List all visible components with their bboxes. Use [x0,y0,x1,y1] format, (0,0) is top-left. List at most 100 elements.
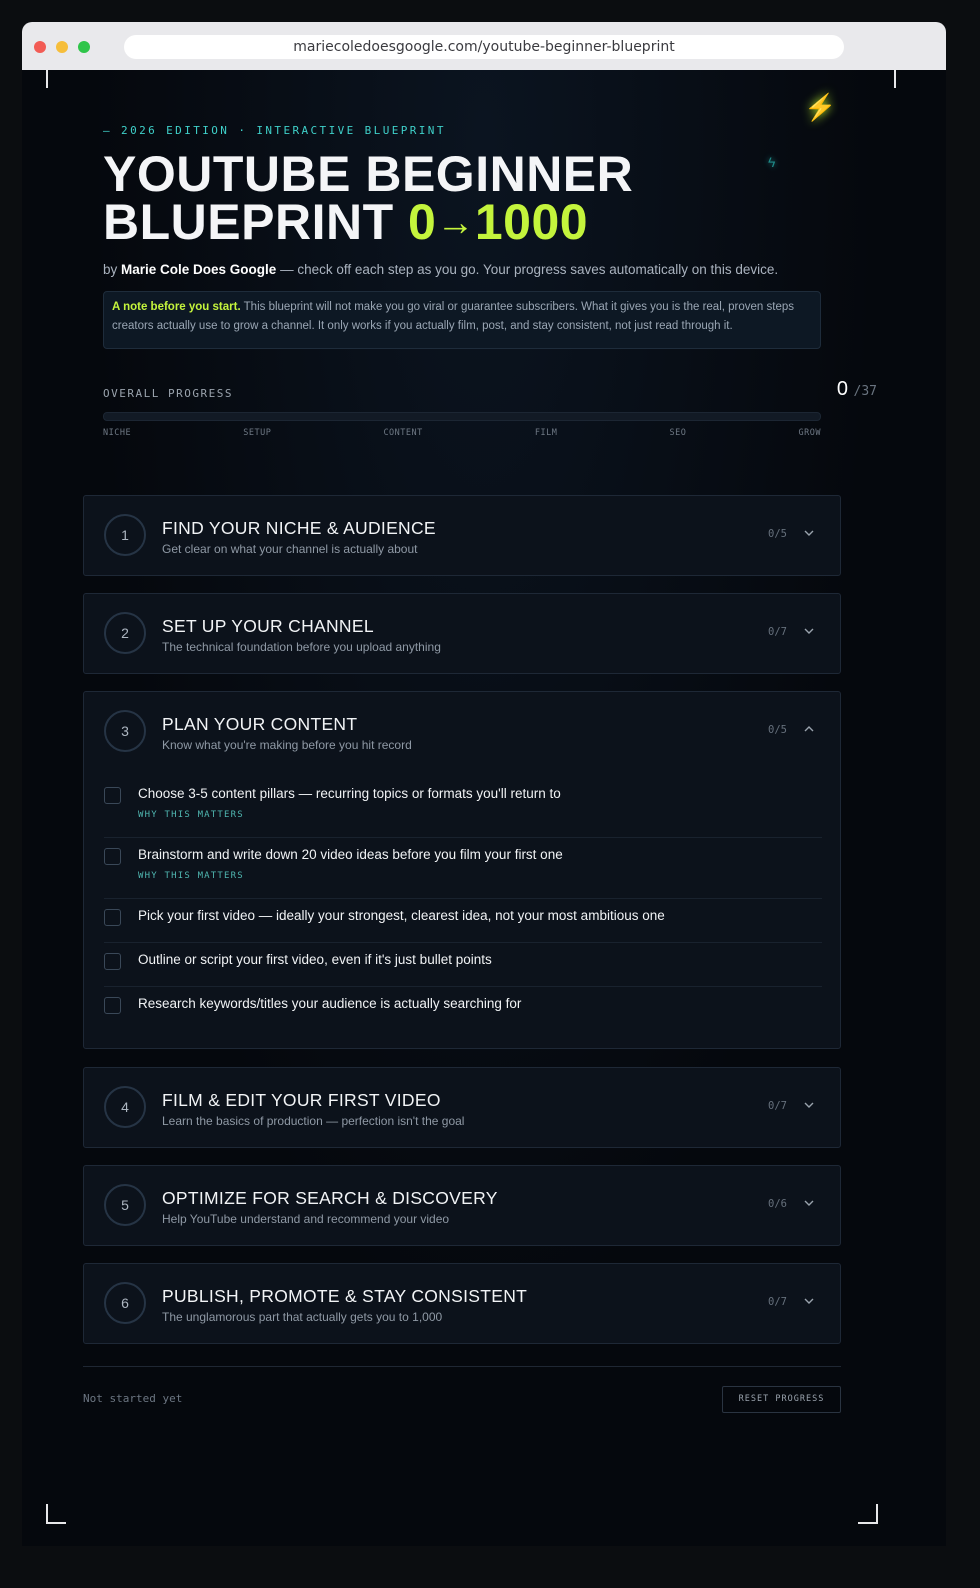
task-checkbox[interactable] [104,909,121,926]
maximize-window-button[interactable] [78,41,90,53]
task-item: Research keywords/titles your audience i… [104,986,822,1030]
task-checkbox[interactable] [104,953,121,970]
section-subtitle: Get clear on what your channel is actual… [162,542,418,556]
why-this-matters-link[interactable]: WHY THIS MATTERS [138,810,244,820]
progress-count: 0 /37 [837,378,877,401]
progress-total: /37 [853,384,877,399]
task-text[interactable]: Outline or script your first video, even… [138,952,492,967]
section-subtitle: Know what you're making before you hit r… [162,738,412,752]
byline-prefix: by [103,262,122,277]
small-lightning-bolt-icon: ϟ [768,154,776,170]
corner-bracket-top-right [876,70,896,88]
stage-label-niche: NICHE [103,428,132,438]
step-number-badge: 4 [104,1086,146,1128]
author-name: Marie Cole Does Google [121,262,277,277]
step-number-badge: 1 [104,514,146,556]
section-card-5: 5 OPTIMIZE FOR SEARCH & DISCOVERY Help You… [83,1165,841,1246]
step-number-badge: 6 [104,1282,146,1324]
stage-label-seo: SEO [669,428,687,438]
browser-titlebar: mariecoledoesgoogle.com/youtube-beginner… [22,22,946,71]
why-this-matters-link[interactable]: WHY THIS MATTERS [138,871,244,881]
section-count: 0/5 [768,528,787,540]
section-subtitle: Help YouTube understand and recommend yo… [162,1212,450,1226]
byline-suffix: — check off each step as you go. Your pr… [276,262,779,277]
page-title: YOUTUBE BEGINNER BLUEPRINT 0→1000 [103,146,634,251]
step-number-badge: 5 [104,1184,146,1226]
task-text[interactable]: Pick your first video — ideally your str… [138,908,665,923]
chevron-down-icon[interactable] [802,1196,816,1210]
section-card-2: 2 SET UP YOUR CHANNEL The technical founda… [83,593,841,674]
stage-label-film: FILM [534,428,558,438]
chevron-down-icon[interactable] [802,526,816,540]
corner-bracket-bottom-right [858,1504,878,1524]
section-count: 0/7 [768,1296,787,1308]
section-count: 0/7 [768,1100,787,1112]
chevron-down-icon[interactable] [802,1294,816,1308]
section-subtitle: The technical foundation before you uplo… [162,640,441,654]
section-header-2[interactable]: 2 SET UP YOUR CHANNEL The technical founda… [84,594,840,674]
progress-done: 0 [836,378,848,400]
note-lead: A note before you start. [112,301,241,313]
chevron-down-icon[interactable] [802,624,816,638]
section-header-5[interactable]: 5 OPTIMIZE FOR SEARCH & DISCOVERY Help You… [84,1166,840,1246]
step-number-badge: 3 [104,710,146,752]
corner-bracket-top-left [46,70,66,88]
progress-status: Not started yet [83,1392,183,1405]
intro-note: A note before you start. This blueprint … [103,291,821,349]
section-count: 0/7 [768,626,787,638]
task-item: Outline or script your first video, even… [104,942,822,987]
title-line-1: YOUTUBE BEGINNER [103,146,634,202]
section-header-6[interactable]: 6 PUBLISH, PROMOTE & STAY CONSISTENT The u… [84,1264,840,1344]
minimize-window-button[interactable] [56,41,68,53]
footer-divider [83,1366,841,1367]
section-title: PLAN YOUR CONTENT [162,714,358,734]
title-line-2: BLUEPRINT 0→1000 [103,197,633,251]
task-text[interactable]: Research keywords/titles your audience i… [138,996,521,1011]
corner-bracket-bottom-left [46,1504,66,1524]
section-header-3[interactable]: 3 PLAN YOUR CONTENT Know what you're makin… [84,692,840,772]
task-checkbox[interactable] [104,848,121,865]
overall-progress-label: OVERALL PROGRESS [103,387,233,400]
chevron-down-icon[interactable] [802,1098,816,1112]
arrow-icon: → [436,202,475,244]
section-count: 0/6 [768,1198,787,1210]
section-card-4: 4 FILM & EDIT YOUR FIRST VIDEO Learn the b… [83,1067,841,1148]
chevron-up-icon[interactable] [802,722,816,736]
stage-label-grow: GROW [798,428,821,438]
step-number-badge: 2 [104,612,146,654]
task-text[interactable]: Choose 3-5 content pillars — recurring t… [138,786,561,801]
title-accent: 0→1000 [408,194,588,250]
section-subtitle: The unglamorous part that actually gets … [162,1310,443,1324]
reset-progress-button[interactable]: RESET PROGRESS [722,1386,841,1413]
progress-stage-labels: NICHE SETUP CONTENT FILM SEO GROW [103,428,821,438]
stage-label-setup: SETUP [243,428,272,438]
edition-eyebrow: — 2026 EDITION · INTERACTIVE BLUEPRINT [103,124,446,137]
section-title: FILM & EDIT YOUR FIRST VIDEO [162,1090,441,1110]
progress-bar [103,412,821,421]
task-checkbox[interactable] [104,997,121,1014]
close-window-button[interactable] [34,41,46,53]
section-card-1: 1 FIND YOUR NICHE & AUDIENCE Get clear on … [83,495,841,576]
address-bar[interactable]: mariecoledoesgoogle.com/youtube-beginner… [124,35,844,59]
title-accent-from: 0 [408,194,437,250]
task-text[interactable]: Brainstorm and write down 20 video ideas… [138,847,563,862]
title-word: BLUEPRINT [103,194,394,250]
byline: by Marie Cole Does Google — check off ea… [103,262,778,277]
section-title: OPTIMIZE FOR SEARCH & DISCOVERY [162,1188,498,1208]
section-header-4[interactable]: 4 FILM & EDIT YOUR FIRST VIDEO Learn the b… [84,1068,840,1148]
task-checkbox[interactable] [104,787,121,804]
task-item: Choose 3-5 content pillars — recurring t… [104,776,822,838]
section-subtitle: Learn the basics of production — perfect… [162,1114,465,1128]
stage-label-content: CONTENT [383,428,423,438]
section-count: 0/5 [768,724,787,736]
section-title: PUBLISH, PROMOTE & STAY CONSISTENT [162,1286,528,1306]
section-card-3: 3 PLAN YOUR CONTENT Know what you're makin… [83,691,841,1049]
title-accent-to: 1000 [474,194,589,250]
section-title: SET UP YOUR CHANNEL [162,616,374,636]
lightning-bolt-icon: ⚡ [804,92,837,122]
task-item: Brainstorm and write down 20 video ideas… [104,837,822,899]
task-item: Pick your first video — ideally your str… [104,898,822,943]
section-title: FIND YOUR NICHE & AUDIENCE [162,518,436,538]
section-header-1[interactable]: 1 FIND YOUR NICHE & AUDIENCE Get clear on … [84,496,840,576]
section-card-6: 6 PUBLISH, PROMOTE & STAY CONSISTENT The u… [83,1263,841,1344]
